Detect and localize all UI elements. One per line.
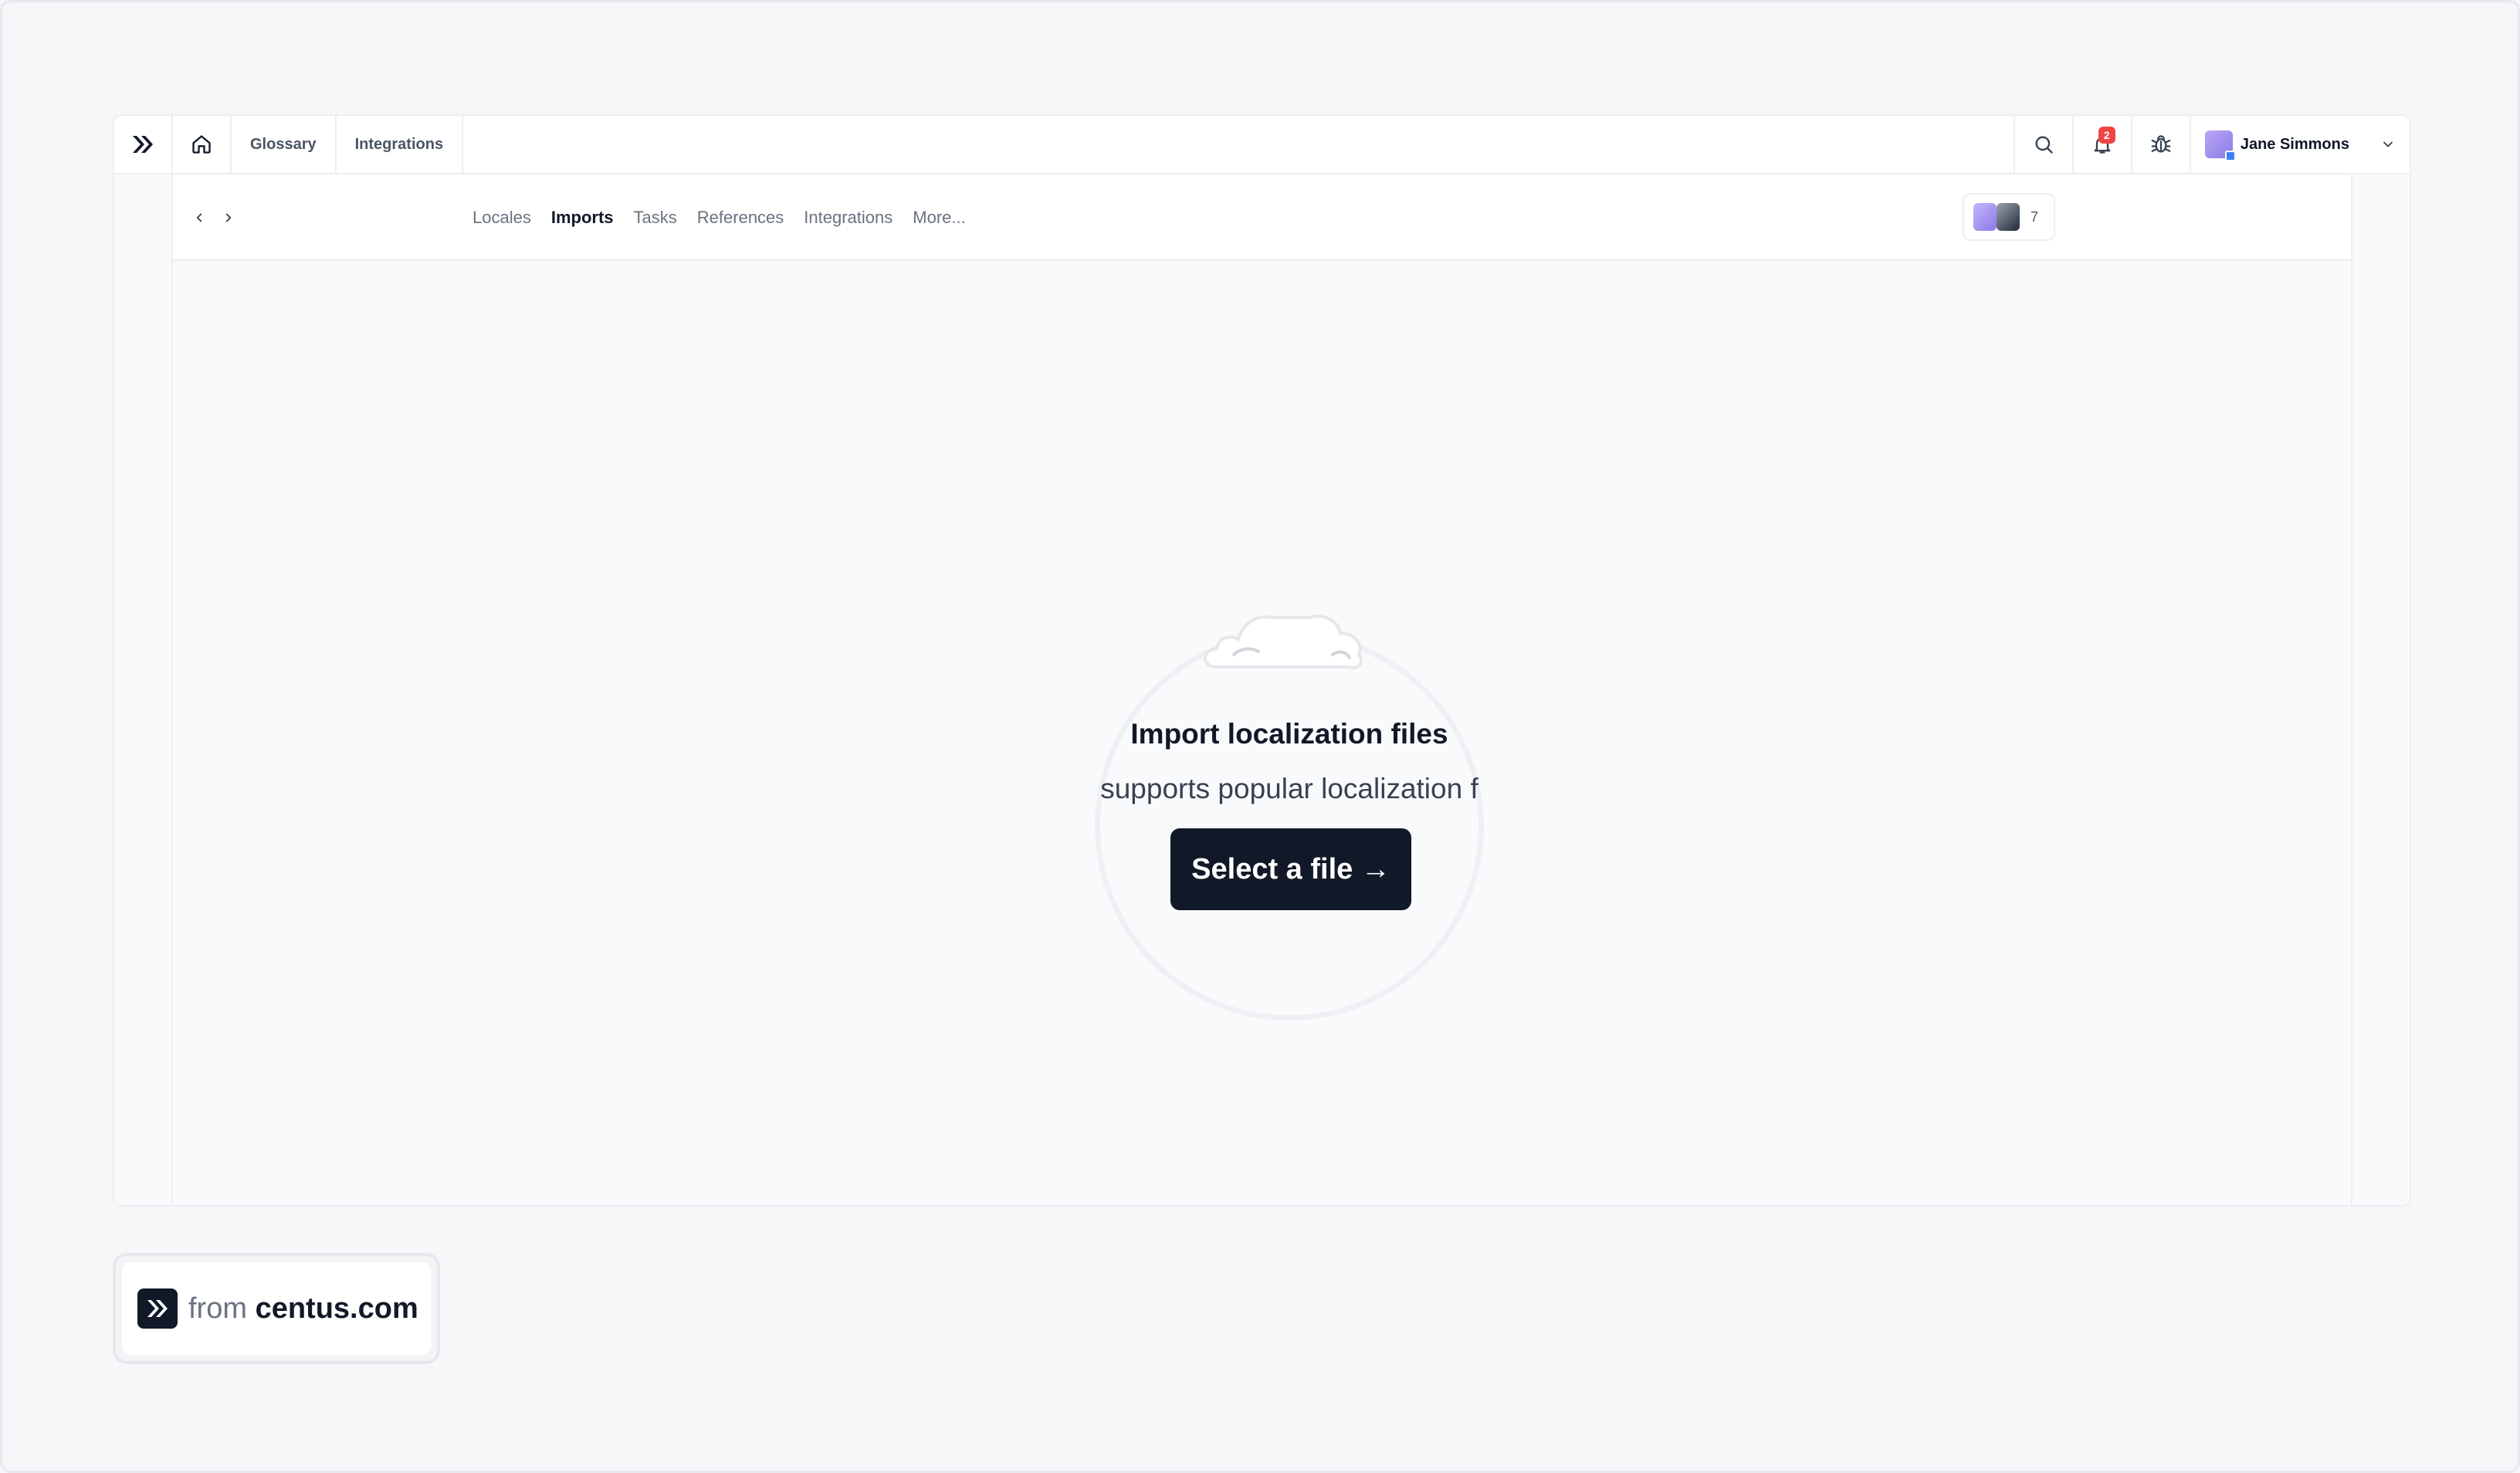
right-rail [2351, 174, 2410, 1205]
app-window: Glossary Integrations 2 Jane Simmons Loc… [113, 114, 2411, 1207]
footer-badge[interactable]: from centus.com [113, 1253, 440, 1364]
nav-spacer [463, 116, 2015, 173]
empty-state-subtitle: supports popular localization f [1100, 773, 1478, 804]
back-button[interactable] [191, 204, 207, 232]
empty-state: Import localization files supports popul… [1095, 615, 1484, 1021]
main-content: Import localization files supports popul… [173, 261, 2351, 1205]
left-rail [114, 174, 173, 1205]
centus-logo-icon [133, 136, 153, 153]
forward-button[interactable] [221, 204, 236, 232]
user-menu[interactable]: Jane Simmons [2191, 116, 2410, 173]
footer-text: from centus.com [188, 1292, 418, 1326]
empty-state-ring [1095, 632, 1484, 1021]
tab-locales[interactable]: Locales [472, 208, 531, 228]
avatar [2204, 130, 2236, 161]
footer-from: from [188, 1292, 247, 1325]
user-name: Jane Simmons [2240, 135, 2349, 153]
search-button[interactable] [2015, 116, 2074, 173]
home-icon [192, 135, 211, 154]
chevron-right-icon [225, 213, 232, 222]
collaborators-button[interactable]: 7 [1963, 193, 2055, 241]
bug-icon [2151, 135, 2171, 153]
notifications-button[interactable]: 2 [2074, 116, 2132, 173]
select-file-button[interactable]: Select a file → [1170, 828, 1411, 910]
footer-badge-inner: from centus.com [122, 1262, 431, 1355]
home-button[interactable] [173, 116, 232, 173]
avatar-status-badge [2224, 151, 2236, 161]
collaborator-avatar [1973, 203, 1997, 231]
tab-references[interactable]: References [697, 208, 784, 228]
nav-link-integrations[interactable]: Integrations [337, 116, 464, 173]
tab-imports[interactable]: Imports [551, 208, 614, 228]
search-icon [2035, 136, 2053, 154]
nav-link-glossary[interactable]: Glossary [232, 116, 337, 173]
top-navigation: Glossary Integrations 2 Jane Simmons [114, 116, 2410, 174]
logo-button[interactable] [114, 116, 173, 173]
bug-report-button[interactable] [2132, 116, 2191, 173]
tab-integrations[interactable]: Integrations [804, 208, 892, 228]
footer-site: centus.com [255, 1292, 418, 1325]
empty-state-title: Import localization files [1130, 718, 1448, 750]
screenshot-frame: Glossary Integrations 2 Jane Simmons Loc… [0, 0, 2520, 1473]
history-navigation [191, 204, 236, 232]
collaborator-avatar [1997, 203, 2020, 231]
tab-more[interactable]: More... [913, 208, 965, 228]
notification-count-badge: 2 [2098, 127, 2115, 144]
tab-tasks[interactable]: Tasks [634, 208, 677, 228]
chevron-down-icon [2383, 141, 2393, 147]
project-tabs: Locales Imports Tasks References Integra… [472, 174, 966, 261]
chevron-left-icon [196, 213, 202, 222]
collaborators-count: 7 [2031, 208, 2039, 225]
cloud-upload-icon [1204, 615, 1363, 669]
centus-logo-icon [137, 1288, 178, 1329]
project-toolbar: Locales Imports Tasks References Integra… [114, 174, 2410, 261]
